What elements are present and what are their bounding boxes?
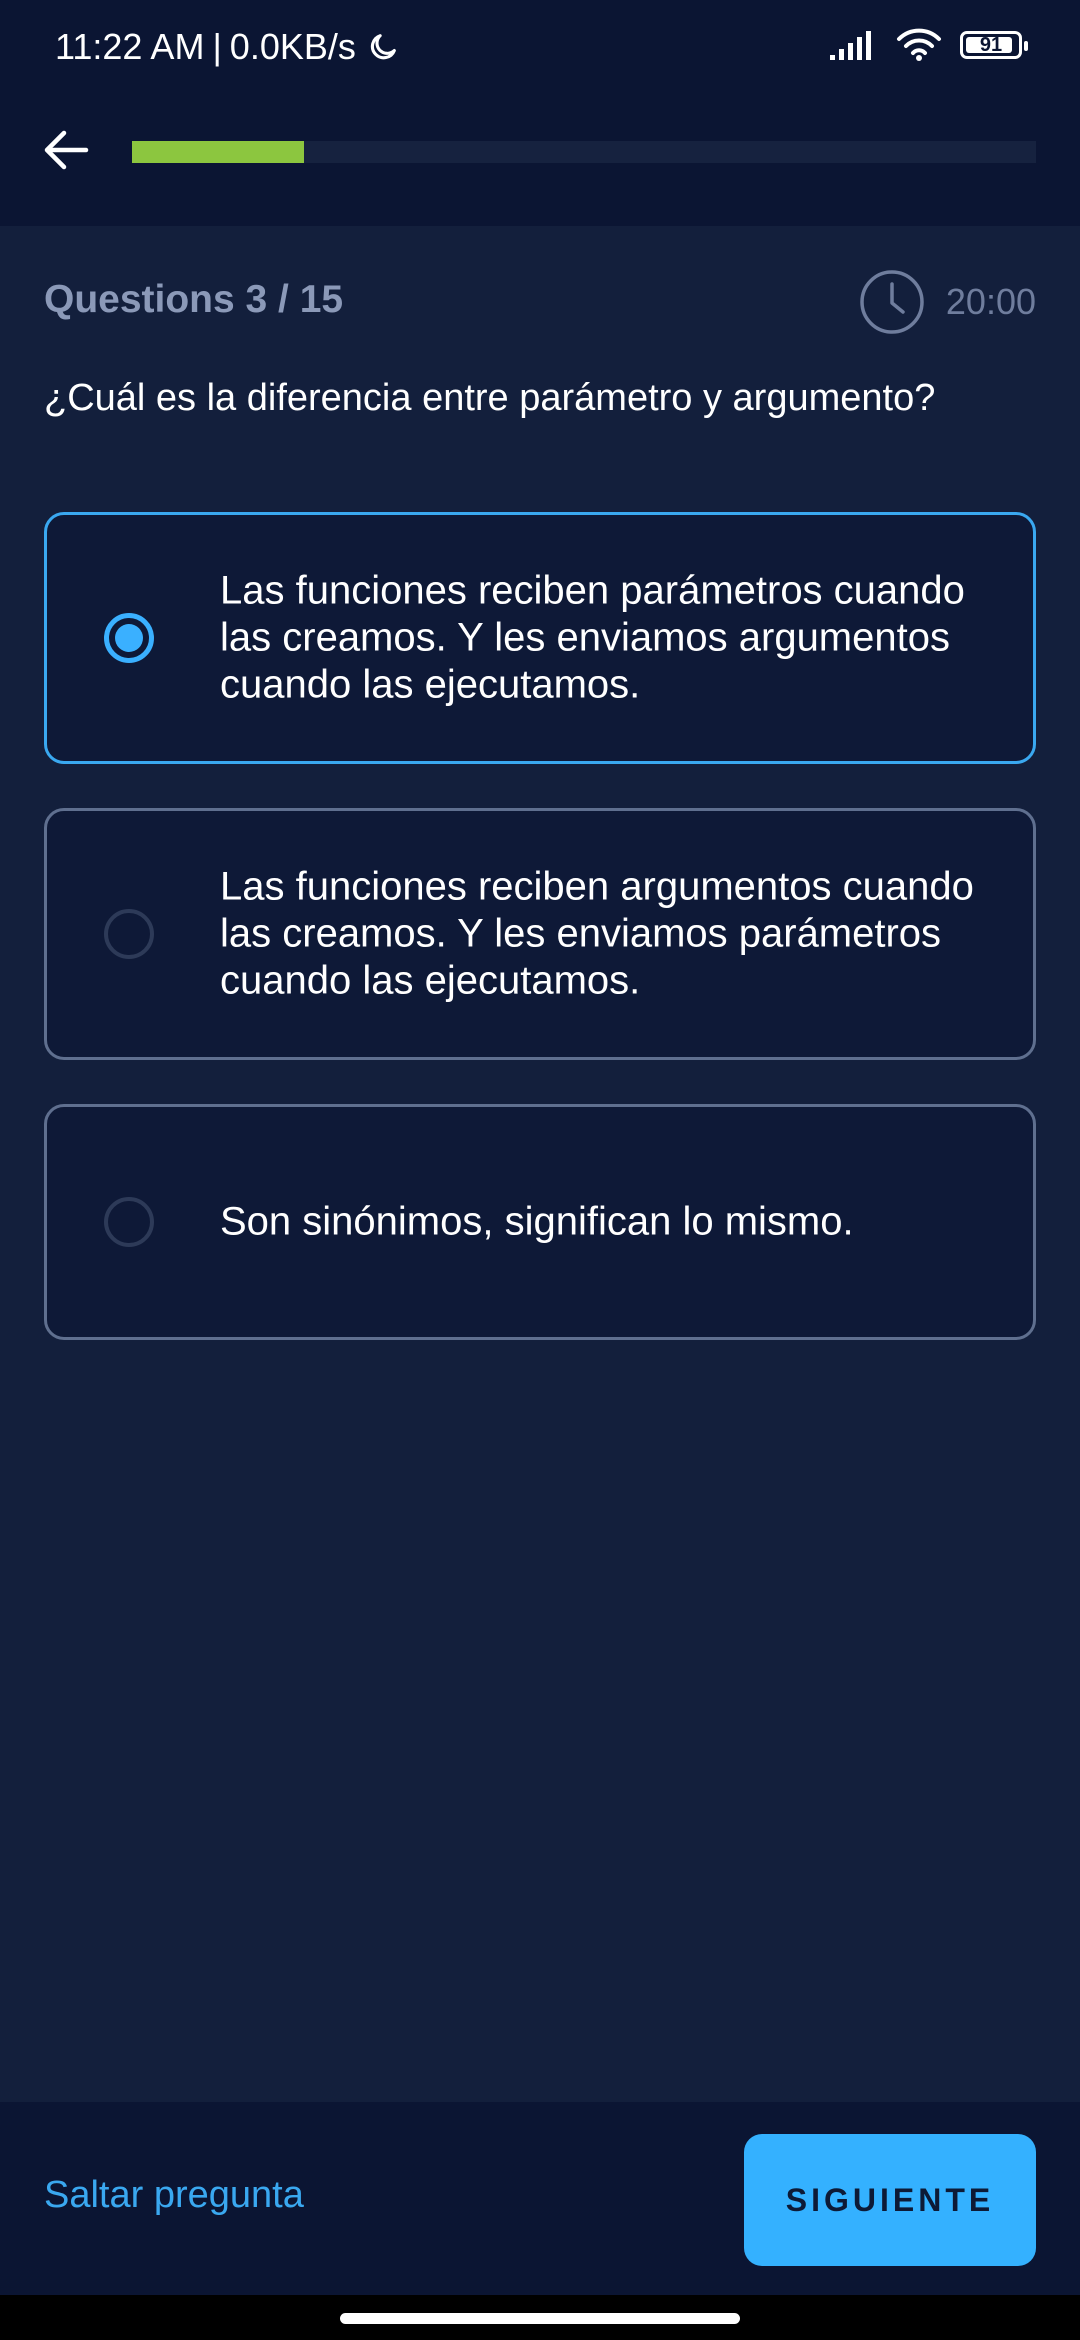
status-separator: | (212, 26, 222, 67)
status-time: 11:22 AM (55, 26, 205, 67)
answer-option-3-text: Son sinónimos, significan lo mismo. (220, 1199, 854, 1244)
question-count: Questions 3 / 15 (44, 278, 344, 321)
arrow-left-icon (42, 128, 90, 172)
quiz-progress-bar (132, 141, 1036, 163)
radio-button-1[interactable] (104, 613, 154, 663)
battery-level: 91 (979, 33, 1003, 56)
gesture-bar-area (0, 2295, 1080, 2340)
answer-option-2[interactable]: Las funciones reciben argumentos cuando … (44, 808, 1036, 1060)
question-text: ¿Cuál es la diferencia entre parámetro y… (44, 377, 936, 419)
wifi-icon (896, 28, 942, 62)
home-indicator[interactable] (340, 2313, 740, 2324)
answer-option-2-text: Las funciones reciben argumentos cuando … (220, 864, 974, 1003)
answer-option-3[interactable]: Son sinónimos, significan lo mismo. (44, 1104, 1036, 1340)
timer: 20:00 (858, 268, 1036, 336)
radio-button-2[interactable] (104, 909, 154, 959)
bottom-bar: Saltar pregunta SIGUIENTE (0, 2102, 1080, 2295)
answer-option-1-text: Las funciones reciben parámetros cuando … (220, 568, 965, 707)
network-speed: 0.0KB/s (229, 26, 356, 67)
radio-button-3[interactable] (104, 1197, 154, 1247)
timer-text: 20:00 (945, 281, 1036, 322)
signal-icon (828, 29, 878, 61)
status-right: 91 (828, 28, 1028, 62)
skip-question-link[interactable]: Saltar pregunta (44, 2174, 304, 2217)
status-bar: 11:22 AM | 0.0KB/s 91 (0, 0, 1080, 100)
quiz-progress-fill (132, 141, 304, 163)
back-button[interactable] (36, 120, 96, 180)
next-button[interactable]: SIGUIENTE (744, 2134, 1036, 2266)
moon-icon (366, 30, 400, 64)
top-nav (0, 100, 1080, 226)
status-left: 11:22 AM | 0.0KB/s (55, 26, 400, 68)
answer-option-1[interactable]: Las funciones reciben parámetros cuando … (44, 512, 1036, 764)
battery-icon: 91 (960, 31, 1028, 59)
clock-icon (858, 268, 926, 336)
quiz-content: Questions 3 / 15 20:00 ¿Cuál es la difer… (0, 226, 1080, 2102)
